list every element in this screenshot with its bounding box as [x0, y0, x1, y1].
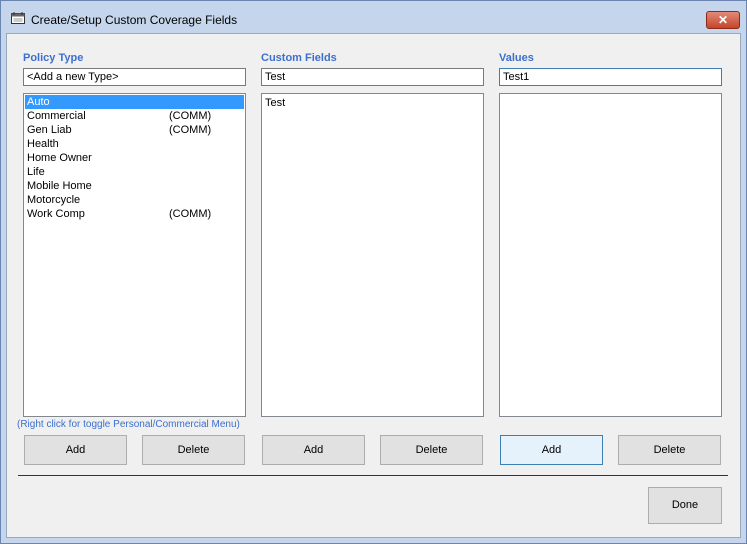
custom-field-add-button[interactable]: Add: [262, 435, 365, 465]
policy-type-name: Mobile Home: [27, 180, 92, 192]
value-add-button[interactable]: Add: [500, 435, 603, 465]
policy-type-heading: Policy Type: [23, 52, 84, 64]
policy-type-commercial-tag: (COMM): [169, 208, 212, 220]
policy-type-name: Work Comp: [27, 208, 85, 220]
policy-type-item[interactable]: Auto: [25, 95, 244, 109]
policy-type-name: Auto: [27, 96, 50, 108]
policy-type-item[interactable]: Work Comp (COMM): [24, 207, 245, 221]
policy-type-item[interactable]: Mobile Home: [24, 179, 245, 193]
custom-field-input[interactable]: Test: [261, 68, 484, 86]
calendar-form-icon: [11, 12, 25, 24]
policy-type-name: Home Owner: [27, 152, 92, 164]
policy-type-item[interactable]: Health: [24, 137, 245, 151]
policy-type-delete-button[interactable]: Delete: [142, 435, 245, 465]
policy-type-item[interactable]: Life: [24, 165, 245, 179]
close-icon: ✕: [717, 13, 729, 27]
values-list[interactable]: [499, 93, 722, 417]
custom-fields-heading: Custom Fields: [261, 52, 337, 64]
custom-field-delete-button[interactable]: Delete: [380, 435, 483, 465]
value-delete-button[interactable]: Delete: [618, 435, 721, 465]
close-button[interactable]: ✕: [706, 11, 740, 29]
policy-type-item[interactable]: Gen Liab (COMM): [24, 123, 245, 137]
value-input[interactable]: Test1: [499, 68, 722, 86]
toggle-hint-text: (Right click for toggle Personal/Commerc…: [17, 419, 240, 430]
footer-divider: [18, 475, 728, 476]
custom-fields-list[interactable]: Test: [261, 93, 484, 417]
policy-type-name: Commercial: [27, 110, 86, 122]
title-bar[interactable]: Create/Setup Custom Coverage Fields ✕: [1, 1, 746, 34]
policy-type-item[interactable]: Home Owner: [24, 151, 245, 165]
custom-field-item[interactable]: Test: [262, 96, 483, 110]
policy-type-commercial-tag: (COMM): [169, 124, 212, 136]
policy-type-list[interactable]: Auto Commercial (COMM) Gen Liab (COMM) Health…: [23, 93, 246, 417]
policy-type-item[interactable]: Motorcycle: [24, 193, 245, 207]
policy-type-name: Motorcycle: [27, 194, 81, 206]
values-heading: Values: [499, 52, 534, 64]
policy-type-name: Gen Liab: [27, 124, 72, 136]
policy-type-name: Life: [27, 166, 45, 178]
done-button[interactable]: Done: [648, 487, 722, 524]
policy-type-add-button[interactable]: Add: [24, 435, 127, 465]
policy-type-name: Health: [27, 138, 59, 150]
policy-type-input[interactable]: <Add a new Type>: [23, 68, 246, 86]
window-title: Create/Setup Custom Coverage Fields: [31, 13, 238, 27]
policy-type-item[interactable]: Commercial (COMM): [24, 109, 245, 123]
policy-type-commercial-tag: (COMM): [169, 110, 212, 122]
